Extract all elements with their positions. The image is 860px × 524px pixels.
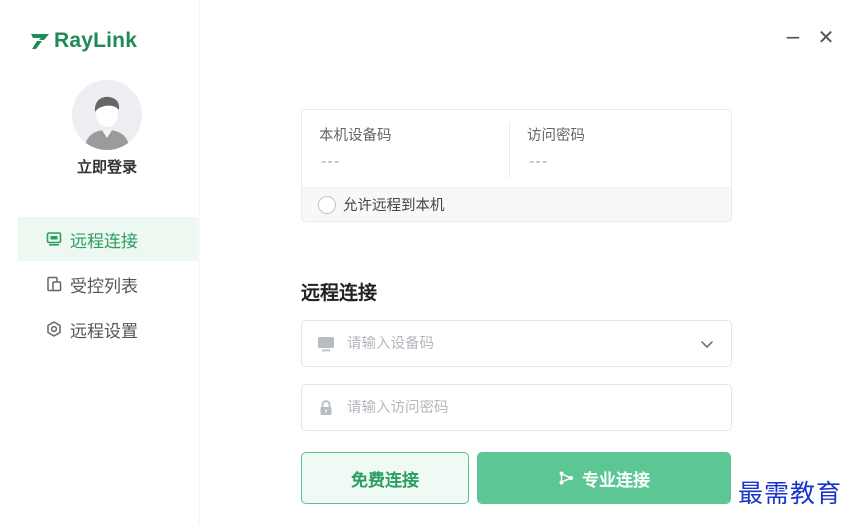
sidebar-item-remote-connect[interactable]: 远程连接 bbox=[18, 217, 198, 261]
brand-logo: RayLink bbox=[30, 28, 137, 54]
access-password-value: --- bbox=[529, 152, 549, 170]
card-divider bbox=[509, 122, 510, 178]
watermark-text: 最需教育 bbox=[738, 479, 843, 508]
free-connect-label: 免费连接 bbox=[351, 470, 419, 491]
pro-connect-button[interactable]: 专业连接 bbox=[477, 452, 731, 504]
settings-icon bbox=[47, 321, 61, 337]
sidebar-item-label: 远程连接 bbox=[70, 231, 138, 252]
user-avatar-icon bbox=[72, 80, 142, 150]
pro-connect-label: 专业连接 bbox=[582, 470, 650, 491]
lock-icon bbox=[320, 399, 332, 415]
sidebar-item-controlled-list[interactable]: 受控列表 bbox=[18, 262, 198, 306]
remote-connect-title: 远程连接 bbox=[301, 282, 378, 304]
sidebar: RayLink 立即登录 远程连接 受控列表 远程设置 bbox=[0, 0, 200, 524]
device-code-input[interactable] bbox=[347, 335, 667, 352]
allow-remote-radio[interactable] bbox=[318, 195, 336, 214]
access-password-field[interactable] bbox=[301, 384, 732, 431]
brand-name: RayLink bbox=[54, 29, 138, 52]
allow-remote-label: 允许远程到本机 bbox=[343, 198, 445, 214]
login-link[interactable]: 立即登录 bbox=[0, 156, 214, 177]
monitor-icon bbox=[318, 336, 334, 351]
sidebar-item-remote-settings[interactable]: 远程设置 bbox=[18, 307, 198, 351]
sidebar-item-label: 受控列表 bbox=[70, 276, 138, 297]
avatar[interactable] bbox=[72, 80, 142, 150]
raylink-logo-icon bbox=[31, 34, 49, 49]
monitor-icon bbox=[46, 232, 62, 246]
raylink-window: RayLink 立即登录 远程连接 受控列表 远程设置 − ✕ 本机设备码 --… bbox=[0, 0, 860, 524]
free-connect-button[interactable]: 免费连接 bbox=[301, 452, 469, 504]
device-code-label: 本机设备码 bbox=[319, 128, 392, 144]
sidebar-item-label: 远程设置 bbox=[70, 321, 138, 342]
access-password-input[interactable] bbox=[347, 399, 667, 416]
allow-remote-row[interactable]: 允许远程到本机 bbox=[302, 187, 731, 221]
access-password-label: 访问密码 bbox=[527, 128, 585, 144]
minimize-button[interactable]: − bbox=[782, 26, 804, 48]
device-list-icon bbox=[47, 276, 62, 292]
chevron-down-icon[interactable] bbox=[699, 336, 715, 352]
device-code-value: --- bbox=[321, 152, 341, 170]
device-code-field[interactable] bbox=[301, 320, 732, 367]
device-info-card: 本机设备码 --- 访问密码 --- 允许远程到本机 bbox=[301, 109, 732, 222]
close-button[interactable]: ✕ bbox=[815, 26, 837, 48]
connect-nodes-icon bbox=[559, 471, 573, 485]
